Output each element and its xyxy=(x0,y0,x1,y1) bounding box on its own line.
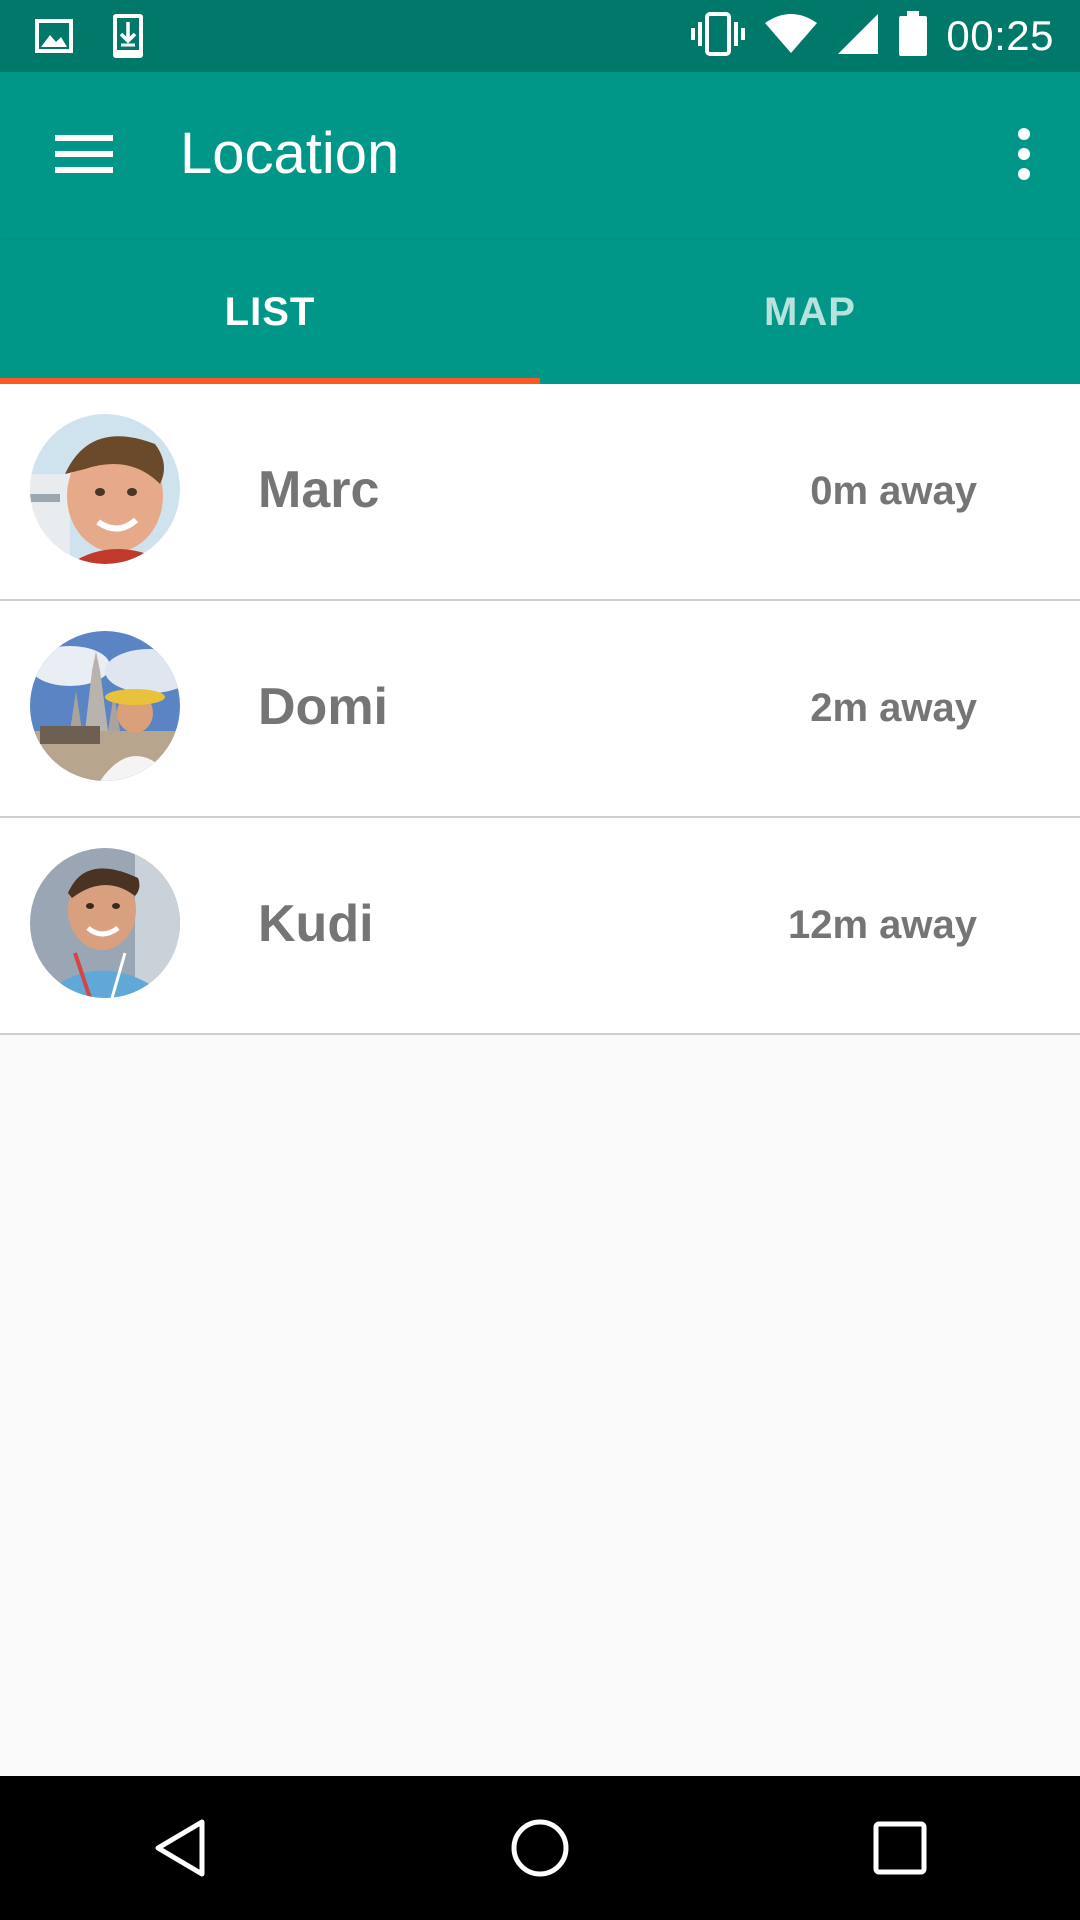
signal-icon xyxy=(836,13,880,60)
notification-icons xyxy=(34,12,146,65)
person-name: Domi xyxy=(258,678,388,736)
list-item-marc[interactable]: Marc 0m away xyxy=(0,384,1080,601)
tab-list[interactable]: LIST xyxy=(0,240,540,384)
distance-label: 0m away xyxy=(810,469,977,513)
distance-label: 12m away xyxy=(787,903,977,947)
tab-bar: LIST MAP xyxy=(0,240,1080,384)
wifi-icon xyxy=(764,13,818,60)
screen: 00:25 Location LIST MAP Marc 0m away Dom… xyxy=(0,0,1080,1920)
avatar xyxy=(30,631,180,781)
distance-label: 2m away xyxy=(810,686,977,730)
download-icon xyxy=(110,12,146,65)
home-icon[interactable] xyxy=(480,1788,600,1908)
clock: 00:25 xyxy=(946,12,1054,59)
status-bar: 00:25 xyxy=(0,0,1080,72)
more-vert-icon[interactable] xyxy=(992,116,1056,192)
battery-icon xyxy=(898,10,928,62)
list-item-kudi[interactable]: Kudi 12m away xyxy=(0,818,1080,1035)
person-name: Kudi xyxy=(258,895,374,953)
system-nav-bar xyxy=(0,1776,1080,1920)
back-icon[interactable] xyxy=(120,1788,240,1908)
avatar xyxy=(30,848,180,998)
system-icons: 00:25 xyxy=(690,0,1054,72)
recents-icon[interactable] xyxy=(840,1788,960,1908)
hamburger-menu-icon[interactable] xyxy=(44,124,124,184)
image-icon xyxy=(34,16,74,61)
page-title: Location xyxy=(180,121,400,186)
people-list: Marc 0m away Domi 2m away Kudi 12m away xyxy=(0,384,1080,1035)
vibrate-icon xyxy=(690,11,746,61)
tab-map[interactable]: MAP xyxy=(540,240,1080,384)
person-name: Marc xyxy=(258,461,380,519)
avatar xyxy=(30,414,180,564)
list-item-domi[interactable]: Domi 2m away xyxy=(0,601,1080,818)
app-bar: Location xyxy=(0,72,1080,240)
